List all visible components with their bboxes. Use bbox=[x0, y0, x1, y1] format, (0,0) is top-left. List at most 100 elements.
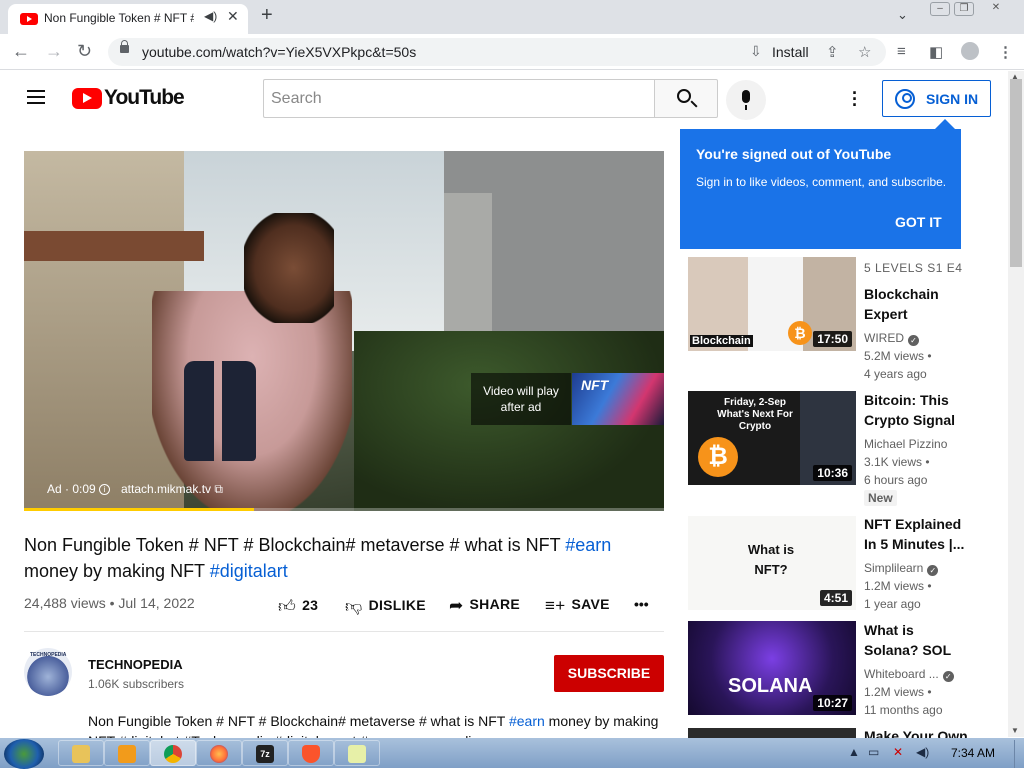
recommendation-thumbnail[interactable]: Friday, 2-Sep What's Next For Crypto ₿ 1… bbox=[688, 391, 856, 485]
taskbar-brave[interactable] bbox=[288, 740, 334, 766]
profile-avatar-icon[interactable] bbox=[961, 42, 979, 60]
hashtag-link[interactable]: #earn bbox=[509, 713, 545, 729]
hamburger-menu-icon[interactable] bbox=[27, 90, 45, 104]
video-title: Non Fungible Token # NFT # Blockchain# m… bbox=[24, 532, 644, 584]
recommendation-channel[interactable]: WIRED ✓ bbox=[864, 331, 919, 346]
dislike-button[interactable]: 👎︎ DISLIKE bbox=[345, 596, 426, 617]
recommendation-age: 11 months ago bbox=[864, 703, 943, 717]
sign-in-button[interactable]: SIGN IN bbox=[882, 80, 991, 117]
close-tab-icon[interactable]: ✕ bbox=[227, 8, 239, 25]
recommendation-title[interactable]: NFT Explained In 5 Minutes |... bbox=[864, 514, 969, 554]
browser-menu-icon[interactable]: ⋮ bbox=[998, 43, 1013, 61]
recommendation-title[interactable]: What is Solana? SOL Explained... bbox=[864, 620, 969, 660]
more-actions-button[interactable]: ••• bbox=[634, 596, 649, 612]
search-button[interactable] bbox=[654, 79, 718, 118]
back-arrow-icon[interactable]: ← bbox=[12, 41, 30, 62]
restore-window-icon[interactable]: ❐ bbox=[954, 2, 974, 16]
show-desktop-button[interactable] bbox=[1014, 740, 1024, 768]
settings-more-icon[interactable]: · · · bbox=[852, 84, 858, 114]
upcoming-video-thumbnail[interactable]: NFT bbox=[572, 373, 664, 425]
network-error-icon[interactable]: ✕ bbox=[893, 745, 903, 759]
close-window-icon[interactable]: ✕ bbox=[986, 2, 1006, 16]
taskbar-7zip[interactable]: 7z bbox=[242, 740, 288, 766]
hashtag-link[interactable]: #digitalart bbox=[210, 561, 288, 581]
install-app-icon[interactable]: ⇩ bbox=[750, 43, 762, 60]
ad-progress-fill bbox=[24, 508, 255, 511]
page-scrollbar[interactable] bbox=[1008, 71, 1024, 737]
share-button[interactable]: ➦ SHARE bbox=[449, 596, 520, 616]
search-input[interactable] bbox=[263, 79, 655, 118]
ad-progress-bar[interactable] bbox=[24, 508, 664, 511]
video-duration: 10:36 bbox=[813, 465, 852, 481]
recommendation-title[interactable]: Make Your Own bbox=[864, 726, 969, 738]
recommendation-channel[interactable]: Whiteboard ... ✓ bbox=[864, 667, 954, 682]
save-button[interactable]: ≡+ SAVE bbox=[545, 596, 610, 616]
recommendation-thumbnail[interactable]: SOLANA 10:27 bbox=[688, 621, 856, 715]
recommendation-age: 6 hours ago bbox=[864, 473, 928, 487]
scroll-up-arrow-icon[interactable]: ▲ bbox=[1011, 72, 1019, 81]
description-text: Non Fungible Token # NFT # Blockchain# m… bbox=[88, 713, 509, 729]
recommendation-channel[interactable]: Michael Pizzino bbox=[864, 437, 947, 451]
recommendation-thumbnail[interactable] bbox=[688, 728, 856, 738]
share-label: SHARE bbox=[469, 596, 521, 612]
show-hidden-icons-arrow-icon[interactable]: ▲ bbox=[848, 745, 860, 759]
volume-icon[interactable]: ◀) bbox=[916, 745, 929, 759]
youtube-wordmark[interactable]: YouTube bbox=[104, 86, 185, 110]
video-duration: 4:51 bbox=[819, 590, 852, 606]
popup-body: Sign in to like videos, comment, and sub… bbox=[696, 175, 947, 189]
forward-arrow-icon[interactable]: → bbox=[45, 41, 63, 62]
thumbnail-text: NFT bbox=[581, 377, 609, 393]
taskbar-media-player[interactable] bbox=[104, 740, 150, 766]
tab-title: Non Fungible Token # NFT # bbox=[44, 11, 194, 25]
view-count-date: 24,488 views • Jul 14, 2022 bbox=[24, 595, 195, 611]
taskbar-explorer[interactable] bbox=[58, 740, 104, 766]
playlist-add-icon: ≡+ bbox=[545, 596, 566, 615]
taskbar-notepad[interactable] bbox=[334, 740, 380, 766]
share-icon[interactable]: ⇪ bbox=[826, 43, 839, 61]
action-center-icon[interactable]: ▭ bbox=[868, 745, 879, 759]
hashtag-link[interactable]: #earn bbox=[565, 535, 611, 555]
got-it-button[interactable]: GOT IT bbox=[895, 214, 942, 230]
taskbar-clock[interactable]: 7:34 AM bbox=[951, 746, 995, 760]
channel-name[interactable]: TECHNOPEDIA bbox=[88, 657, 183, 672]
media-controls-icon[interactable]: ≡ bbox=[897, 43, 906, 60]
recommendation-views: 5.2M views • bbox=[864, 349, 932, 363]
url-text[interactable]: youtube.com/watch?v=YieX5VXPkpc&t=50s bbox=[142, 44, 416, 60]
ad-info-icon[interactable]: i bbox=[99, 484, 110, 495]
recommendation-channel[interactable]: Simplilearn ✓ bbox=[864, 561, 939, 576]
scroll-down-arrow-icon[interactable]: ▼ bbox=[1011, 726, 1019, 735]
taskbar-chrome[interactable] bbox=[150, 740, 196, 766]
tab-search-chevron-icon[interactable]: ⌄ bbox=[897, 7, 908, 23]
like-button[interactable]: 👍︎ 23 bbox=[278, 596, 318, 617]
recommendation-title[interactable]: Blockchain Expert Explain... bbox=[864, 284, 969, 324]
ad-advertiser-link[interactable]: attach.mikmak.tv ⧉ bbox=[121, 482, 223, 497]
thumbs-up-icon: 👍︎ bbox=[278, 597, 297, 616]
reload-icon[interactable]: ↻ bbox=[77, 41, 92, 62]
install-label[interactable]: Install bbox=[772, 44, 809, 60]
new-tab-button[interactable]: + bbox=[261, 4, 273, 27]
subscribe-button[interactable]: SUBSCRIBE bbox=[554, 655, 664, 692]
external-link-icon: ⧉ bbox=[214, 482, 223, 496]
lock-icon[interactable] bbox=[120, 40, 129, 53]
side-panel-icon[interactable]: ◧ bbox=[929, 43, 943, 61]
signed-out-popup: You're signed out of YouTube Sign in to … bbox=[680, 129, 961, 249]
scrollbar-thumb[interactable] bbox=[1010, 79, 1022, 267]
recommendation-kicker: 5 LEVELS S1 E4 bbox=[864, 261, 963, 275]
taskbar-firefox[interactable] bbox=[196, 740, 242, 766]
recommendation-title[interactable]: Bitcoin: This Crypto Signal ... bbox=[864, 390, 969, 430]
channel-avatar[interactable]: TECHNOPEDIA bbox=[24, 648, 72, 696]
start-button[interactable] bbox=[4, 739, 44, 769]
browser-tab[interactable]: Non Fungible Token # NFT # ◀) ✕ bbox=[8, 4, 248, 34]
brave-icon bbox=[302, 745, 320, 763]
thumbnail-text: SOLANA bbox=[728, 675, 813, 697]
notepad-icon bbox=[348, 745, 366, 763]
bookmark-star-icon[interactable]: ☆ bbox=[858, 43, 871, 61]
recommendation-thumbnail[interactable]: What is NFT? 4:51 bbox=[688, 516, 856, 610]
speaker-icon[interactable]: ◀) bbox=[204, 9, 217, 23]
youtube-logo-icon[interactable] bbox=[72, 88, 102, 109]
minimize-window-icon[interactable]: – bbox=[930, 2, 950, 16]
recommendation-views: 1.2M views • bbox=[864, 685, 932, 699]
recommendation-thumbnail[interactable]: Blockchain ₿ 17:50 bbox=[688, 257, 856, 351]
voice-search-button[interactable] bbox=[726, 80, 766, 120]
video-player[interactable]: Ad · 0:09 i attach.mikmak.tv ⧉ Video wil… bbox=[24, 151, 664, 511]
